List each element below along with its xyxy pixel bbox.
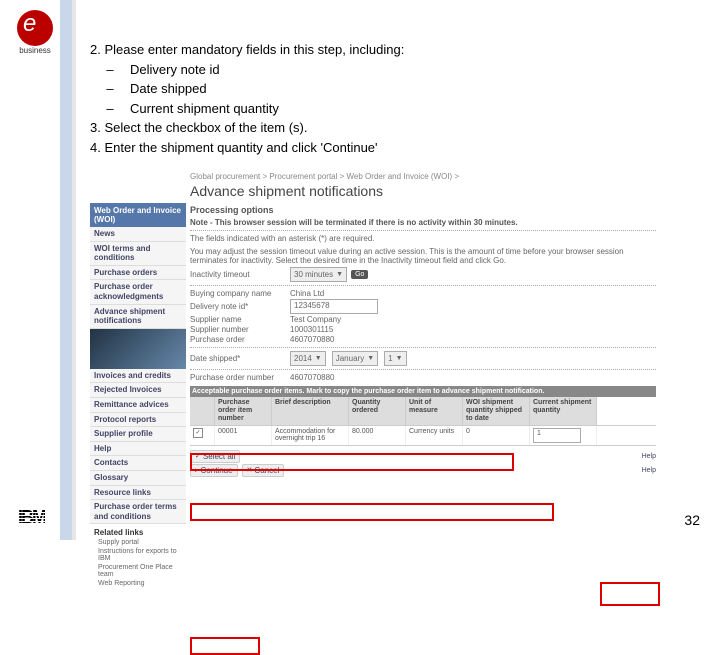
po-label: Purchase order xyxy=(190,335,290,344)
buying-value: China Ltd xyxy=(290,289,324,298)
date-label: Date shipped* xyxy=(190,354,290,363)
go-button[interactable]: Go xyxy=(351,270,368,279)
delivery-label: Delivery note id* xyxy=(190,302,290,311)
highlight-qty xyxy=(600,582,660,606)
chevron-down-icon: ▼ xyxy=(396,355,403,362)
supplier-name-label: Supplier name xyxy=(190,315,290,324)
sidebar-item[interactable]: Purchase order terms and conditions xyxy=(90,500,186,524)
sidebar-item[interactable]: News xyxy=(90,227,186,242)
instruction-block: 2. Please enter mandatory fields in this… xyxy=(90,40,404,157)
required-text: The fields indicated with an asterisk (*… xyxy=(190,234,656,244)
related-link[interactable]: Web Reporting xyxy=(90,579,186,588)
current-qty-input[interactable]: 1 xyxy=(533,428,581,443)
sidebar-header: Web Order and Invoice (WOI) xyxy=(90,203,186,227)
year-select[interactable]: 2014▼ xyxy=(290,351,326,366)
po-num-label: Purchase order number xyxy=(190,373,290,382)
highlight-date xyxy=(190,503,554,521)
related-links-header: Related links xyxy=(90,524,186,538)
supplier-name-value: Test Company xyxy=(290,315,341,324)
sidebar-item[interactable]: Supplier profile xyxy=(90,427,186,442)
sidebar-item[interactable]: Remittance advices xyxy=(90,398,186,413)
sidebar: Web Order and Invoice (WOI) News WOI ter… xyxy=(90,203,186,588)
sidebar-item[interactable]: WOI terms and conditions xyxy=(90,242,186,266)
related-link[interactable]: Procurement One Place team xyxy=(90,563,186,579)
day-select[interactable]: 1▼ xyxy=(384,351,406,366)
month-select[interactable]: January▼ xyxy=(332,351,378,366)
chevron-down-icon: ▼ xyxy=(315,355,322,362)
delivery-input[interactable]: 12345678 xyxy=(290,299,378,314)
ibm-logo: IBM xyxy=(18,507,45,528)
row-checkbox[interactable]: ✓ xyxy=(193,428,203,438)
sidebar-item[interactable]: Contacts xyxy=(90,456,186,471)
po-num-value: 4607070880 xyxy=(290,373,335,382)
decor-strip xyxy=(60,0,72,540)
sidebar-item[interactable]: Purchase orders xyxy=(90,266,186,281)
sidebar-item[interactable]: Resource links xyxy=(90,486,186,501)
inactivity-select[interactable]: 30 minutes▼ xyxy=(290,267,347,282)
page-number: 32 xyxy=(684,512,700,528)
sidebar-item[interactable]: Rejected Invoices xyxy=(90,383,186,398)
sidebar-item[interactable]: Purchase order acknowledgments xyxy=(90,280,186,304)
subtitle: Processing options xyxy=(190,205,656,215)
timeout-text: You may adjust the session timeout value… xyxy=(190,247,656,266)
po-value: 4607070880 xyxy=(290,335,335,344)
buying-label: Buying company name xyxy=(190,289,290,298)
page-title: Advance shipment notifications xyxy=(90,183,660,203)
sidebar-item[interactable]: Help xyxy=(90,442,186,457)
sidebar-item[interactable]: Invoices and credits xyxy=(90,369,186,384)
inactivity-label: Inactivity timeout xyxy=(190,270,290,279)
decor-strip2 xyxy=(72,0,76,540)
sidebar-item[interactable]: Protocol reports xyxy=(90,413,186,428)
table-head-row: Purchase order item number Brief descrip… xyxy=(190,397,656,425)
chevron-down-icon: ▼ xyxy=(367,355,374,362)
breadcrumb: Global procurement > Procurement portal … xyxy=(90,170,660,183)
table-row: ✓ 00001 Accommodation for overnight trip… xyxy=(190,426,656,446)
app-screenshot: Global procurement > Procurement portal … xyxy=(90,170,660,500)
highlight-continue xyxy=(190,637,260,655)
supplier-num-value: 1000301115 xyxy=(290,325,333,334)
highlight-delivery xyxy=(190,453,514,471)
chevron-down-icon: ▼ xyxy=(336,271,343,278)
help-link[interactable]: Help xyxy=(642,453,656,460)
supplier-num-label: Supplier number xyxy=(190,325,290,334)
related-link[interactable]: Instructions for exports to IBM xyxy=(90,547,186,563)
main-panel: Processing options Note - This browser s… xyxy=(186,203,660,588)
ebusiness-logo: e business xyxy=(10,10,60,55)
sidebar-item[interactable]: Glossary xyxy=(90,471,186,486)
help-link[interactable]: Help xyxy=(642,467,656,474)
sidebar-item[interactable]: Advance shipment notifications xyxy=(90,305,186,329)
session-note: Note - This browser session will be term… xyxy=(190,218,656,227)
sidebar-image xyxy=(90,329,186,369)
table-caption: Acceptable purchase order items. Mark to… xyxy=(190,386,656,398)
